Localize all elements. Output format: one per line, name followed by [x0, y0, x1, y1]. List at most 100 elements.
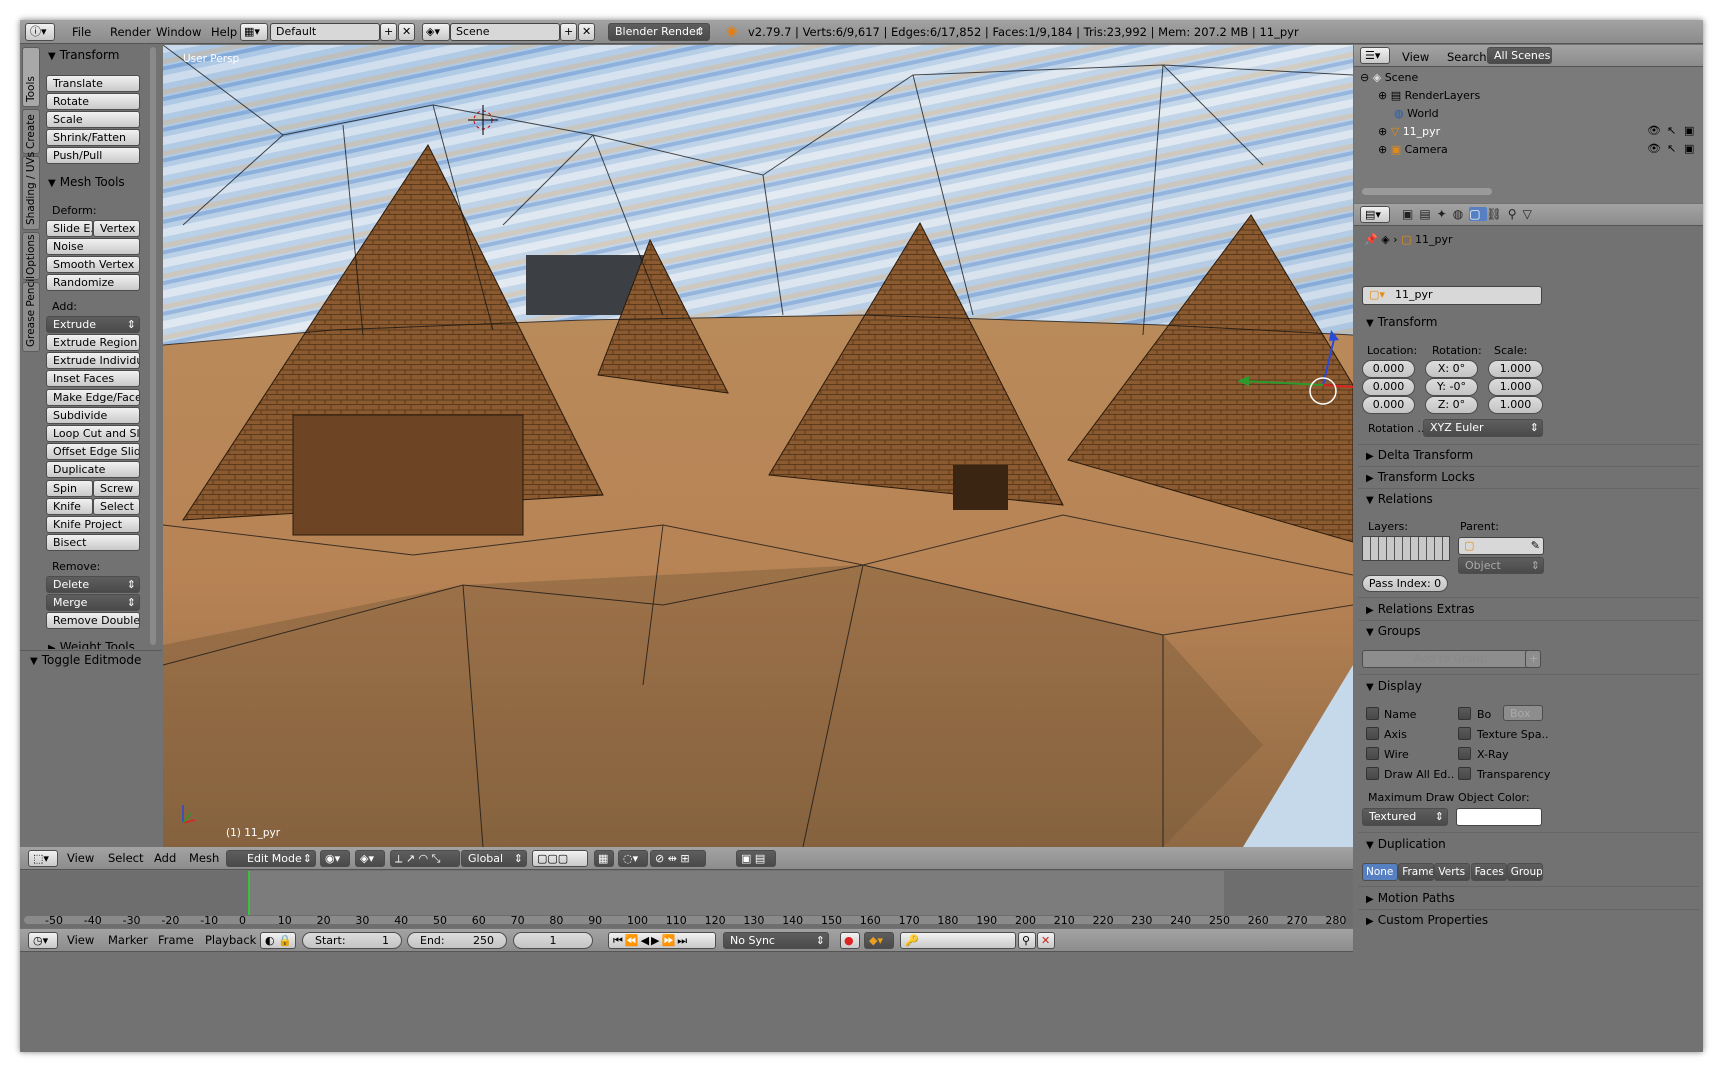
- duplication-option-button[interactable]: Group: [1506, 863, 1543, 881]
- select-menu[interactable]: Select: [108, 851, 143, 865]
- scale-field[interactable]: 1.000: [1488, 360, 1543, 378]
- transform-tool-button[interactable]: Shrink/Fatten: [46, 129, 140, 146]
- add-group-plus-button[interactable]: +: [1525, 650, 1541, 668]
- timeline-marker-menu[interactable]: Marker: [108, 933, 148, 947]
- outliner-scrollbar[interactable]: [1362, 188, 1492, 195]
- transform-tool-button[interactable]: Scale: [46, 111, 140, 128]
- add-to-group-button[interactable]: Add to Group: [1362, 650, 1533, 668]
- spin-button[interactable]: Spin: [46, 480, 93, 497]
- display-checkbox[interactable]: [1458, 707, 1471, 720]
- slide-edge-button[interactable]: Slide E..: [46, 220, 93, 237]
- screw-button[interactable]: Screw: [93, 480, 140, 497]
- outliner-item-world[interactable]: ◍ World: [1394, 107, 1439, 120]
- rotation-field[interactable]: Y: -0°: [1425, 378, 1478, 396]
- display-checkbox[interactable]: [1458, 747, 1471, 760]
- object-tab-icon[interactable]: ▢: [1469, 207, 1487, 221]
- layout-remove-button[interactable]: ✕: [398, 23, 415, 41]
- menu-help[interactable]: Help: [211, 25, 237, 39]
- knife-button[interactable]: Knife: [46, 498, 93, 515]
- groups-panel-header[interactable]: ▼ Groups: [1366, 624, 1421, 638]
- timeline-area[interactable]: -50 -40 -30 -20 -10 0 10 20 30 40 50 60 70 80 90 100 110…: [20, 871, 1353, 928]
- outliner-item-11-pyr[interactable]: ⊕ ▽ 11_pyr: [1378, 125, 1440, 138]
- bounds-type-dropdown[interactable]: Box: [1503, 705, 1543, 721]
- outliner-filter-dropdown[interactable]: All Scenes: [1487, 47, 1552, 64]
- add-tool-button[interactable]: Extrude Region: [46, 334, 140, 351]
- parent-field[interactable]: ▢ ✎: [1458, 537, 1544, 555]
- scene-remove-button[interactable]: ✕: [578, 23, 595, 41]
- transform-locks-panel-header[interactable]: ▶ Transform Locks: [1366, 470, 1475, 484]
- remove-doubles-button[interactable]: Remove Doubles: [46, 612, 140, 629]
- layout-add-button[interactable]: +: [380, 23, 397, 41]
- add-tool-button[interactable]: Loop Cut and Slide: [46, 425, 140, 442]
- delta-transform-panel-header[interactable]: ▶ Delta Transform: [1366, 448, 1473, 462]
- display-checkbox[interactable]: [1366, 767, 1379, 780]
- add-tool-button[interactable]: Offset Edge Slide: [46, 443, 140, 461]
- timeline-frame-menu[interactable]: Frame: [158, 933, 194, 947]
- object-color-swatch[interactable]: [1456, 808, 1542, 826]
- extrude-dropdown[interactable]: Extrude ⇕: [46, 316, 140, 333]
- select-mode-buttons[interactable]: ▦: [594, 850, 614, 867]
- transform-tool-button[interactable]: Translate: [46, 75, 140, 92]
- display-checkbox[interactable]: [1366, 727, 1379, 740]
- pass-index-field[interactable]: Pass Index: 0: [1362, 575, 1448, 592]
- deform-tool-button[interactable]: Randomize: [46, 274, 140, 291]
- playback-controls[interactable]: ⏮⏪◀▶⏩⏭: [608, 932, 716, 949]
- pivot-dropdown[interactable]: ◈▾: [355, 850, 385, 867]
- outliner-item-scene[interactable]: ⊖ ◈ Scene: [1360, 71, 1418, 84]
- snap-toggle[interactable]: ⊘ ⇹ ⊞: [650, 850, 706, 867]
- mesh-tools-panel-header[interactable]: ▼ Mesh Tools: [48, 175, 125, 189]
- keying-set-dropdown[interactable]: ◆▾: [864, 932, 894, 949]
- outliner-view-menu[interactable]: View: [1402, 50, 1429, 64]
- tab-tools[interactable]: Tools: [22, 47, 40, 107]
- transform-panel-header[interactable]: ▼ Transform: [1366, 315, 1437, 329]
- selectable-cursor-icon[interactable]: ↖: [1667, 142, 1676, 155]
- mesh-menu[interactable]: Mesh: [189, 851, 219, 865]
- outliner-item-renderlayers[interactable]: ⊕ ▤ RenderLayers: [1378, 89, 1480, 102]
- scene-name-field[interactable]: Scene: [450, 23, 560, 41]
- add-tool-button[interactable]: Subdivide: [46, 406, 140, 424]
- tab-options[interactable]: Options: [22, 232, 40, 280]
- knife-select-button[interactable]: Select: [93, 498, 140, 515]
- parent-type-dropdown[interactable]: Object ⇕: [1458, 557, 1544, 574]
- sync-dropdown[interactable]: No Sync ⇕: [723, 932, 829, 949]
- editor-type-button[interactable]: ◷▾: [28, 932, 58, 949]
- add-tool-button[interactable]: Extrude Individual: [46, 352, 140, 370]
- pin-icon[interactable]: 📌: [1364, 233, 1378, 246]
- transform-panel-header[interactable]: ▼ Transform: [48, 48, 119, 62]
- delete-dropdown[interactable]: Delete ⇕: [46, 576, 140, 593]
- toggle-editmode-panel-header[interactable]: ▼ Toggle Editmode: [30, 653, 141, 667]
- record-button[interactable]: ●: [840, 932, 860, 949]
- rotation-field[interactable]: X: 0°: [1425, 360, 1478, 378]
- duplication-option-button[interactable]: Frames: [1398, 863, 1435, 881]
- transform-tool-button[interactable]: Rotate: [46, 93, 140, 110]
- visibility-eye-icon[interactable]: 👁: [1647, 142, 1661, 155]
- add-tool-button[interactable]: Duplicate: [46, 461, 140, 479]
- render-engine-dropdown[interactable]: Blender Render ⇕: [608, 23, 710, 41]
- outliner-item-camera[interactable]: ⊕ ▣ Camera: [1378, 143, 1448, 156]
- preview-range-toggle[interactable]: ◐ 🔒: [260, 932, 296, 949]
- editor-type-button[interactable]: ⬚▾: [28, 850, 58, 867]
- menu-file[interactable]: File: [72, 25, 91, 39]
- location-field[interactable]: 0.000: [1362, 396, 1415, 414]
- editor-type-button[interactable]: ▤▾: [1360, 206, 1390, 223]
- editor-type-button[interactable]: ☰▾: [1360, 47, 1390, 64]
- eyedropper-icon[interactable]: ✎: [1531, 538, 1540, 554]
- duplication-option-button[interactable]: Verts: [1434, 863, 1471, 881]
- renderable-camera-icon[interactable]: ▣: [1684, 124, 1694, 137]
- render-buttons[interactable]: ▣ ▤: [736, 850, 776, 867]
- manipulator-toggle[interactable]: ⟂ ↗ ◠ ⤡: [390, 850, 460, 867]
- menu-window[interactable]: Window: [156, 25, 201, 39]
- scene-add-button[interactable]: +: [560, 23, 577, 41]
- menu-render[interactable]: Render: [110, 25, 151, 39]
- proportional-edit-dropdown[interactable]: ◌▾: [618, 850, 648, 867]
- motion-paths-panel-header[interactable]: ▶ Motion Paths: [1366, 891, 1455, 905]
- knife-project-button[interactable]: Knife Project: [46, 516, 140, 533]
- layers-button[interactable]: ▢▢▢: [532, 850, 588, 867]
- view-menu[interactable]: View: [67, 851, 94, 865]
- layout-icon-button[interactable]: ▦▾: [240, 23, 268, 41]
- duplication-panel-header[interactable]: ▼ Duplication: [1366, 837, 1446, 851]
- layout-name-field[interactable]: Default: [270, 23, 380, 41]
- shading-dropdown[interactable]: ◉▾: [320, 850, 350, 867]
- display-checkbox[interactable]: [1458, 727, 1471, 740]
- layers-grid[interactable]: [1362, 536, 1450, 561]
